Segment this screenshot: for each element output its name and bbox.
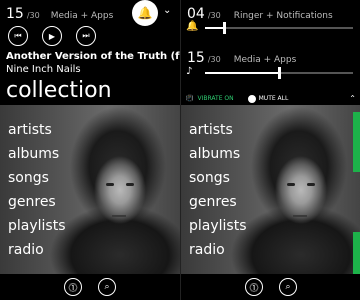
ringer-slider-thumb[interactable]	[223, 22, 227, 34]
media-volume-row: 15 /30 Media + Apps	[187, 50, 296, 66]
menu-item-artists[interactable]: artists	[189, 118, 247, 142]
bell-icon[interactable]: 🔔	[132, 0, 158, 26]
photo-eye-left	[106, 183, 114, 186]
media-max: /30	[207, 55, 221, 64]
next-track-button[interactable]: ⏭	[76, 26, 96, 46]
ringer-slider-fill	[205, 27, 225, 29]
chevron-up-icon[interactable]: ⌃	[349, 94, 356, 103]
menu-item-radio[interactable]: radio	[189, 238, 247, 262]
app-icon: ⓵	[249, 283, 259, 294]
menu-item-artists[interactable]: artists	[8, 118, 66, 142]
menu-item-songs[interactable]: songs	[8, 166, 66, 190]
accent-tile-strip	[353, 112, 360, 172]
chevron-down-icon[interactable]: ⌄	[163, 5, 171, 16]
page-title: collection	[6, 78, 112, 103]
search-icon: ⌕	[285, 282, 291, 292]
app-button[interactable]: ⓵	[245, 278, 263, 296]
vibrate-toggle[interactable]: VIBRATE ON	[197, 95, 233, 102]
play-button[interactable]: ▶	[42, 26, 62, 46]
menu-item-radio[interactable]: radio	[8, 238, 66, 262]
volume-max: /30	[26, 11, 40, 20]
music-screen-volume-panel: 04 /30 Ringer + Notifications 🔔 15 /30 M…	[181, 0, 360, 300]
sound-options: 📳 VIBRATE ON MUTE ALL ⌃	[186, 94, 356, 103]
app-icon: ⓵	[68, 283, 78, 294]
search-button[interactable]: ⌕	[98, 278, 116, 296]
bell-icon: 🔔	[186, 21, 199, 32]
menu-item-songs[interactable]: songs	[189, 166, 247, 190]
now-playing-artist: Nine Inch Nails	[6, 64, 81, 75]
photo-eye-right	[126, 183, 134, 186]
collection-menu: artists albums songs genres playlists ra…	[8, 118, 66, 262]
mute-icon	[247, 94, 256, 103]
collection-menu: artists albums songs genres playlists ra…	[189, 118, 247, 262]
next-icon: ⏭	[82, 31, 90, 40]
mute-all-label: MUTE ALL	[258, 95, 289, 102]
previous-track-button[interactable]: ⏮	[8, 26, 28, 46]
photo-eye-left	[287, 183, 295, 186]
app-button[interactable]: ⓵	[64, 278, 82, 296]
previous-icon: ⏮	[14, 31, 22, 40]
menu-item-playlists[interactable]: playlists	[8, 214, 66, 238]
ringer-max: /30	[207, 11, 221, 20]
search-button[interactable]: ⌕	[279, 278, 297, 296]
now-playing-title[interactable]: Another Version of the Truth (feat. H	[6, 51, 180, 62]
media-slider-fill	[205, 72, 279, 74]
music-screen-collection: 15 /30 Media + Apps 🔔 ⌄ ⏮ ▶ ⏭ Another Ve…	[0, 0, 180, 300]
media-label: Media + Apps	[233, 55, 297, 65]
mute-all-toggle[interactable]: MUTE ALL	[247, 94, 289, 103]
media-slider-thumb[interactable]	[278, 67, 281, 79]
ringer-label: Ringer + Notifications	[233, 11, 333, 21]
menu-item-playlists[interactable]: playlists	[189, 214, 247, 238]
media-value: 15	[187, 50, 205, 66]
vibrate-icon: 📳	[186, 95, 194, 102]
ringer-value: 04	[187, 6, 205, 22]
volume-label: Media + Apps	[50, 11, 114, 21]
music-note-icon: ♪	[186, 66, 193, 77]
app-bar: ⓵ ⌕	[0, 274, 180, 300]
photo-mouth	[293, 215, 307, 217]
ringer-volume-row: 04 /30 Ringer + Notifications	[187, 6, 333, 22]
photo-mouth	[112, 215, 126, 217]
ringer-slider[interactable]	[205, 22, 353, 34]
media-slider[interactable]	[205, 67, 353, 79]
app-bar: ⓵ ⌕	[181, 274, 360, 300]
play-icon: ▶	[48, 31, 56, 41]
volume-indicator[interactable]: 15 /30 Media + Apps	[6, 6, 113, 22]
search-icon: ⌕	[104, 282, 110, 292]
menu-item-albums[interactable]: albums	[8, 142, 66, 166]
volume-value: 15	[6, 6, 24, 22]
menu-item-genres[interactable]: genres	[189, 190, 247, 214]
menu-item-albums[interactable]: albums	[189, 142, 247, 166]
playback-controls: ⏮ ▶ ⏭	[8, 26, 96, 46]
menu-item-genres[interactable]: genres	[8, 190, 66, 214]
photo-eye-right	[307, 183, 315, 186]
